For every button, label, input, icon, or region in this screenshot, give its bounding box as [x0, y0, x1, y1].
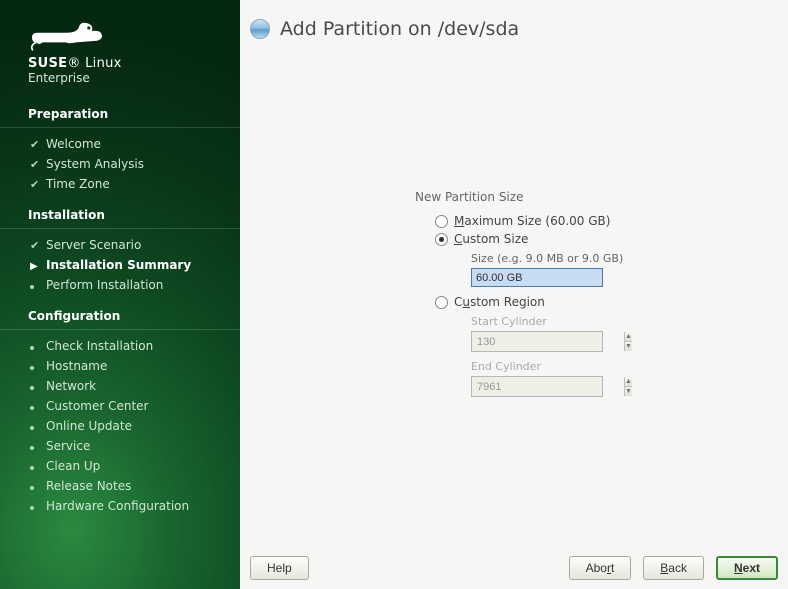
spin-up-icon[interactable]: ▲ [625, 332, 632, 342]
sidebar-item-label: Perform Installation [46, 278, 163, 292]
sidebar-item-label: Clean Up [46, 459, 100, 473]
sidebar-item[interactable]: Hardware Configuration [0, 496, 240, 516]
start-cyl-input[interactable] [472, 332, 624, 351]
start-cyl-spinner[interactable]: ▲ ▼ [471, 331, 603, 352]
check-icon: ✔ [30, 157, 42, 171]
sidebar-item[interactable]: Network [0, 376, 240, 396]
radio-custom-size[interactable]: Custom Size [415, 230, 755, 248]
page-title-row: Add Partition on /dev/sda [240, 0, 788, 40]
sidebar-item-label: Online Update [46, 419, 132, 433]
start-cyl-label: Start Cylinder [471, 315, 755, 328]
section-head: Installation [0, 200, 240, 229]
bullet-icon [30, 459, 42, 473]
bullet-icon [30, 419, 42, 433]
sidebar-item[interactable]: ✔ Time Zone [0, 174, 240, 194]
sidebar-item-label: Installation Summary [46, 258, 191, 272]
bullet-icon [30, 339, 42, 353]
next-button[interactable]: Next [716, 556, 778, 580]
sidebar-item-label: Hostname [46, 359, 107, 373]
bullet-icon [30, 439, 42, 453]
end-cyl-input[interactable] [472, 377, 624, 396]
partition-icon [250, 19, 270, 39]
sidebar-item[interactable]: Check Installation [0, 336, 240, 356]
abort-button[interactable]: Abort [569, 556, 632, 580]
spin-down-icon[interactable]: ▼ [625, 342, 632, 351]
main-panel: Add Partition on /dev/sda New Partition … [240, 0, 788, 589]
sidebar-item[interactable]: Release Notes [0, 476, 240, 496]
brand-subtext: Enterprise [28, 71, 240, 85]
bullet-icon [30, 479, 42, 493]
section-head: Configuration [0, 301, 240, 330]
bullet-icon [30, 359, 42, 373]
sidebar-item-label: System Analysis [46, 157, 144, 171]
sidebar-item[interactable]: ✔ Welcome [0, 134, 240, 154]
end-cyl-label: End Cylinder [471, 360, 755, 373]
sidebar-item[interactable]: Service [0, 436, 240, 456]
chameleon-icon [28, 18, 108, 54]
group-label: New Partition Size [415, 190, 755, 204]
radio-icon [435, 215, 448, 228]
sidebar-item[interactable]: ▶ Installation Summary [0, 255, 240, 275]
sidebar-item[interactable]: Clean Up [0, 456, 240, 476]
sidebar-item-label: Release Notes [46, 479, 131, 493]
arrow-icon: ▶ [30, 258, 42, 272]
bullet-icon [30, 399, 42, 413]
bullet-icon [30, 499, 42, 513]
end-cyl-spinner[interactable]: ▲ ▼ [471, 376, 603, 397]
partition-size-form: New Partition Size Maximum Size (60.00 G… [415, 190, 755, 397]
bottom-bar: Help Abort Back Next [240, 547, 788, 589]
check-icon: ✔ [30, 238, 42, 252]
size-input[interactable] [471, 268, 603, 287]
size-field-label: Size (e.g. 9.0 MB or 9.0 GB) [471, 252, 755, 265]
sidebar-item-label: Server Scenario [46, 238, 141, 252]
sidebar-item[interactable]: Perform Installation [0, 275, 240, 295]
check-icon: ✔ [30, 177, 42, 191]
sidebar-item[interactable]: Customer Center [0, 396, 240, 416]
bullet-icon [30, 278, 42, 292]
spin-up-icon[interactable]: ▲ [625, 377, 632, 387]
sidebar-item-label: Time Zone [46, 177, 110, 191]
radio-custom-region[interactable]: Custom Region [415, 293, 755, 311]
help-button[interactable]: Help [250, 556, 309, 580]
sidebar-item[interactable]: ✔ System Analysis [0, 154, 240, 174]
sidebar-item[interactable]: Hostname [0, 356, 240, 376]
page-title: Add Partition on /dev/sda [280, 18, 519, 40]
logo: SUSE® Linux Enterprise [0, 18, 240, 99]
sidebar-item-label: Service [46, 439, 90, 453]
sidebar-item[interactable]: Online Update [0, 416, 240, 436]
sidebar-item-label: Check Installation [46, 339, 153, 353]
brand-text: SUSE® Linux [28, 56, 240, 71]
sidebar-item-label: Network [46, 379, 96, 393]
spin-down-icon[interactable]: ▼ [625, 387, 632, 396]
radio-icon [435, 296, 448, 309]
sidebar: SUSE® Linux Enterprise Preparation ✔ Welco… [0, 0, 240, 589]
check-icon: ✔ [30, 137, 42, 151]
back-button[interactable]: Back [643, 556, 704, 580]
sidebar-item-label: Welcome [46, 137, 101, 151]
radio-icon [435, 233, 448, 246]
radio-max-size[interactable]: Maximum Size (60.00 GB) [415, 212, 755, 230]
section-head: Preparation [0, 99, 240, 128]
sidebar-item[interactable]: ✔ Server Scenario [0, 235, 240, 255]
sidebar-item-label: Customer Center [46, 399, 149, 413]
bullet-icon [30, 379, 42, 393]
sidebar-item-label: Hardware Configuration [46, 499, 189, 513]
